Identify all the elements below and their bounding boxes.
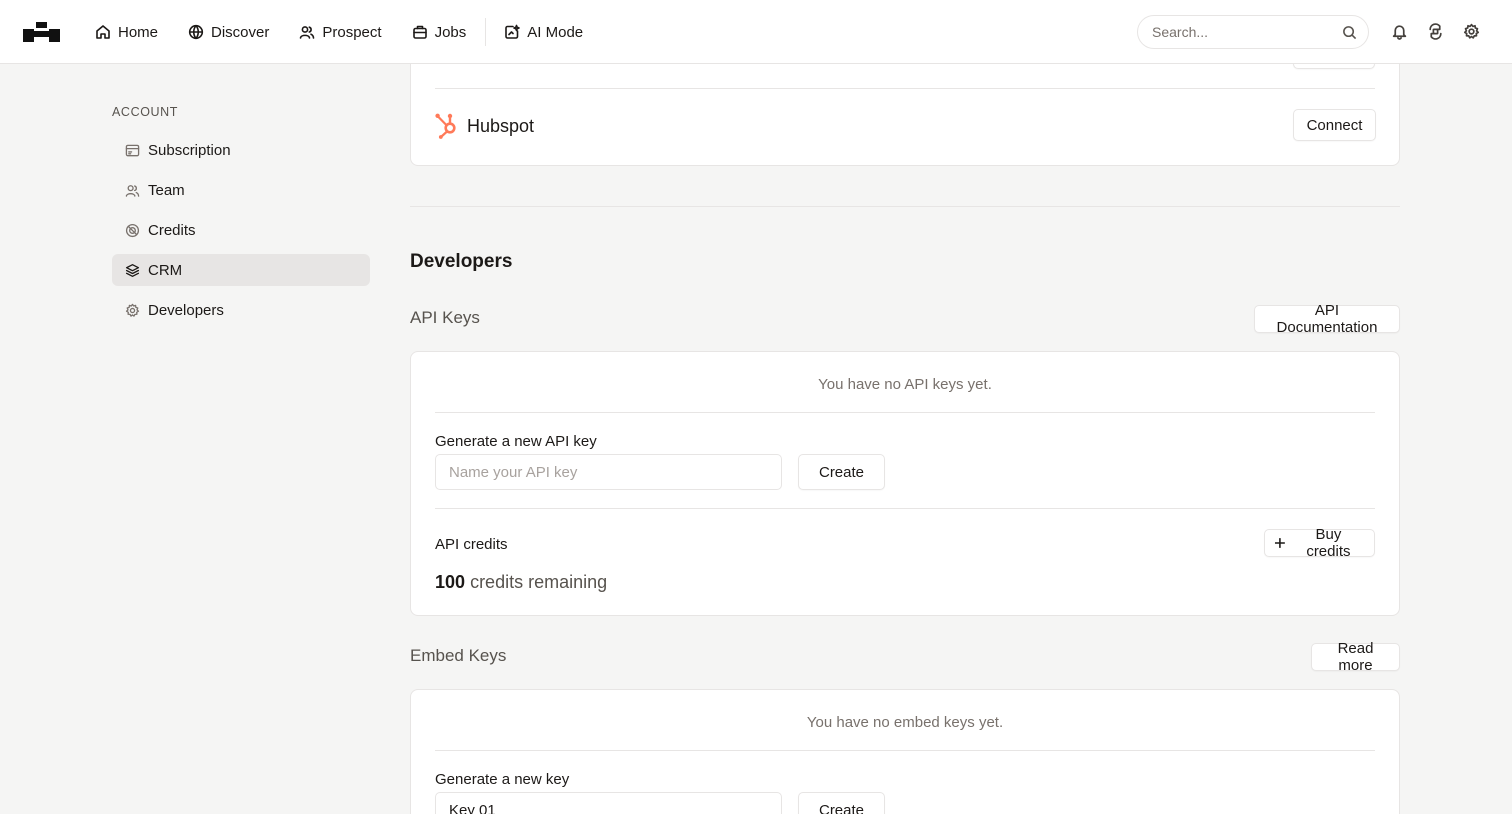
main-nav: Home Discover Prospect Jobs AI Mode xyxy=(95,0,613,64)
plus-icon xyxy=(1274,538,1285,548)
buy-credits-label: Buy credits xyxy=(1306,526,1351,560)
create-api-key-button[interactable]: Create xyxy=(798,454,885,490)
ai-sparkle-icon xyxy=(505,24,521,39)
generate-api-key-label: Generate a new API key xyxy=(435,433,597,450)
integration-divider xyxy=(435,88,1375,89)
bell-icon[interactable] xyxy=(1391,23,1408,40)
globe-icon xyxy=(188,24,204,40)
api-key-name-input[interactable] xyxy=(435,454,782,490)
api-keys-heading: API Keys xyxy=(410,308,480,327)
users-icon xyxy=(300,26,315,39)
hubspot-icon xyxy=(435,113,456,139)
layers-icon xyxy=(125,263,140,277)
read-more-button[interactable]: Read more xyxy=(1311,640,1400,674)
sidebar-item-label: Team xyxy=(148,181,185,199)
switch-icon[interactable] xyxy=(1427,23,1444,40)
credits-count: 100 xyxy=(435,572,466,592)
sidebar-section-title: ACCOUNT xyxy=(112,105,179,119)
nav-item-label: Discover xyxy=(211,23,270,41)
section-divider xyxy=(410,206,1400,207)
card-icon xyxy=(125,144,140,156)
generate-embed-key-label: Generate a new key xyxy=(435,771,570,788)
api-documentation-button[interactable]: API Documentation xyxy=(1254,302,1400,336)
settings-gear-icon[interactable] xyxy=(1463,23,1480,40)
api-credits-divider xyxy=(435,508,1375,509)
nav-item-jobs[interactable]: Jobs xyxy=(412,16,467,48)
embed-keys-heading: Embed Keys xyxy=(410,646,507,665)
sidebar-item-subscription[interactable]: Subscription xyxy=(112,134,370,166)
sidebar-item-credits[interactable]: Credits xyxy=(112,214,370,246)
credits-suffix: credits remaining xyxy=(470,572,608,592)
top-navigation-bar: Home Discover Prospect Jobs AI Mode xyxy=(0,0,1512,64)
nav-item-discover[interactable]: Discover xyxy=(188,16,269,48)
nav-item-prospect[interactable]: Prospect xyxy=(299,16,382,48)
embed-keys-card: You have no embed keys yet. Generate a n… xyxy=(410,689,1400,814)
nav-item-label: AI Mode xyxy=(527,23,584,41)
nav-item-label: Home xyxy=(118,23,159,41)
create-embed-key-button[interactable]: Create xyxy=(798,792,885,814)
sidebar-item-crm[interactable]: CRM xyxy=(112,254,370,286)
team-icon xyxy=(125,184,140,197)
sidebar-item-label: CRM xyxy=(148,261,183,279)
nav-divider xyxy=(485,18,487,46)
embed-keys-divider xyxy=(435,750,1375,751)
embed-keys-empty-message: You have no embed keys yet. xyxy=(806,714,1004,731)
search-input[interactable] xyxy=(1152,24,1332,40)
sidebar-item-team[interactable]: Team xyxy=(112,174,370,206)
app-logo[interactable] xyxy=(23,20,60,44)
buy-credits-button[interactable]: Buy credits xyxy=(1264,526,1375,560)
coin-icon xyxy=(125,223,140,237)
nav-item-home[interactable]: Home xyxy=(95,16,158,48)
sidebar-item-developers[interactable]: Developers xyxy=(112,294,370,326)
sidebar-item-label: Subscription xyxy=(148,141,231,159)
sidebar-item-label: Developers xyxy=(148,301,224,319)
credits-remaining: 100 credits remaining xyxy=(435,572,607,593)
api-credits-label: API credits xyxy=(435,536,508,553)
briefcase-icon xyxy=(412,25,427,39)
hubspot-connect-button[interactable]: Connect xyxy=(1293,109,1376,141)
developers-heading: Developers xyxy=(410,251,513,272)
nav-item-label: Jobs xyxy=(434,23,467,41)
home-icon xyxy=(96,25,110,39)
embed-key-name-input[interactable] xyxy=(435,792,782,814)
search-box[interactable] xyxy=(1137,15,1369,49)
gear-icon xyxy=(125,303,140,317)
nav-item-ai-mode[interactable]: AI Mode xyxy=(504,16,583,48)
api-keys-divider xyxy=(435,412,1375,413)
api-keys-card: You have no API keys yet. Generate a new… xyxy=(410,351,1400,616)
integration-name: Hubspot xyxy=(467,116,535,136)
nav-item-label: Prospect xyxy=(322,23,382,41)
api-keys-empty-message: You have no API keys yet. xyxy=(818,376,992,393)
search-icon[interactable] xyxy=(1342,25,1357,40)
sidebar-item-label: Credits xyxy=(148,221,196,239)
